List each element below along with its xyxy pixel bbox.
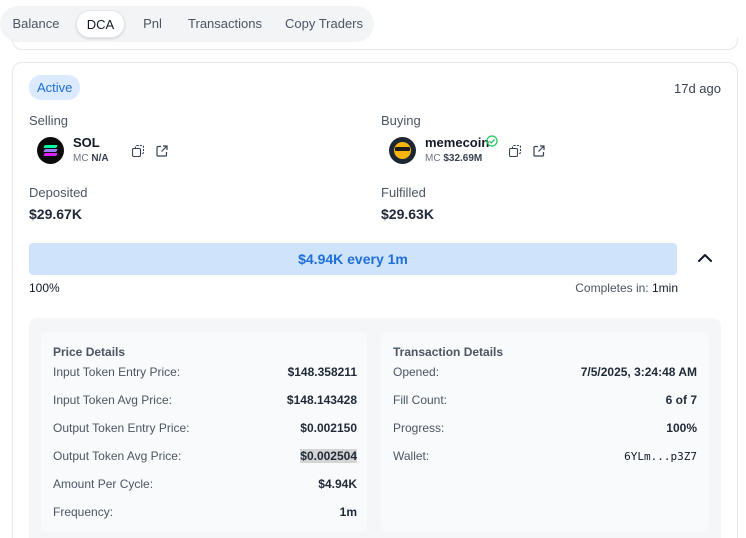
buying-market-cap: MC $32.69M (425, 153, 482, 164)
selling-token-name: SOL (73, 135, 100, 150)
price-row-label: Frequency: (53, 505, 114, 519)
progress-label: $4.94K every 1m (298, 251, 408, 267)
mc-prefix: MC (425, 153, 441, 164)
price-row-value: $148.143428 (286, 393, 357, 407)
copy-icon[interactable] (509, 145, 521, 157)
tab-balance[interactable]: Balance (6, 10, 66, 38)
external-link-icon[interactable] (156, 145, 168, 157)
tx-row-label: Opened: (393, 365, 440, 379)
price-row-value-selected: $0.002504 (300, 449, 357, 463)
verified-check-icon (486, 135, 498, 147)
chevron-up-icon[interactable] (697, 252, 713, 264)
tab-copy-traders[interactable]: Copy Traders (278, 10, 370, 38)
tab-transactions[interactable]: Transactions (182, 10, 268, 38)
fulfilled-value: $29.63K (381, 206, 434, 222)
previous-card-edge (12, 38, 738, 50)
deposited-label: Deposited (29, 185, 88, 200)
completes-in: Completes in: 1min (575, 281, 678, 295)
price-row-label: Amount Per Cycle: (53, 477, 154, 491)
price-row-label: Input Token Avg Price: (53, 393, 172, 407)
tx-row-value: 100% (666, 421, 697, 435)
memecoin-logo-icon (389, 137, 416, 164)
selling-mc-value: N/A (91, 153, 109, 164)
tx-row-label: Fill Count: (393, 393, 448, 407)
price-row-label: Output Token Avg Price: (53, 449, 182, 463)
external-link-icon[interactable] (533, 145, 545, 157)
fulfilled-label: Fulfilled (381, 185, 426, 200)
price-row-value: $4.94K (318, 477, 357, 491)
buying-label: Buying (381, 113, 421, 128)
price-row-value: $0.002150 (300, 421, 357, 435)
tab-dca[interactable]: DCA (76, 10, 125, 38)
tab-pnl[interactable]: Pnl (134, 10, 171, 38)
price-details-title: Price Details (53, 345, 126, 359)
copy-icon[interactable] (132, 145, 144, 157)
price-row-value: 1m (339, 505, 357, 519)
time-ago: 17d ago (674, 81, 721, 96)
completes-value: 1min (651, 281, 678, 295)
deposited-value: $29.67K (29, 206, 82, 222)
selling-market-cap: MC N/A (73, 153, 109, 164)
tx-row-label: Progress: (393, 421, 445, 435)
tab-bar: Balance DCA Pnl Transactions Copy Trader… (0, 6, 374, 42)
status-badge: Active (29, 75, 81, 100)
completes-label: Completes in: (575, 281, 649, 295)
price-row-label: Input Token Entry Price: (53, 365, 181, 379)
price-row-value: $148.358211 (287, 365, 357, 379)
selling-label: Selling (29, 113, 69, 128)
price-row-label: Output Token Entry Price: (53, 421, 190, 435)
solana-logo-icon (37, 137, 64, 164)
progress-percent: 100% (29, 281, 60, 295)
wallet-address[interactable]: 6YLm...p3Z7 (624, 450, 697, 463)
tx-row-value: 7/5/2025, 3:24:48 AM (580, 365, 697, 379)
transaction-details-title: Transaction Details (393, 345, 504, 359)
buying-token-name: memecoin (425, 135, 490, 150)
tx-row-label: Wallet: (393, 449, 430, 463)
mc-prefix: MC (73, 153, 89, 164)
buying-mc-value: $32.69M (443, 153, 483, 164)
dca-progress-bar: $4.94K every 1m (29, 243, 677, 275)
tx-row-value: 6 of 7 (665, 393, 697, 407)
